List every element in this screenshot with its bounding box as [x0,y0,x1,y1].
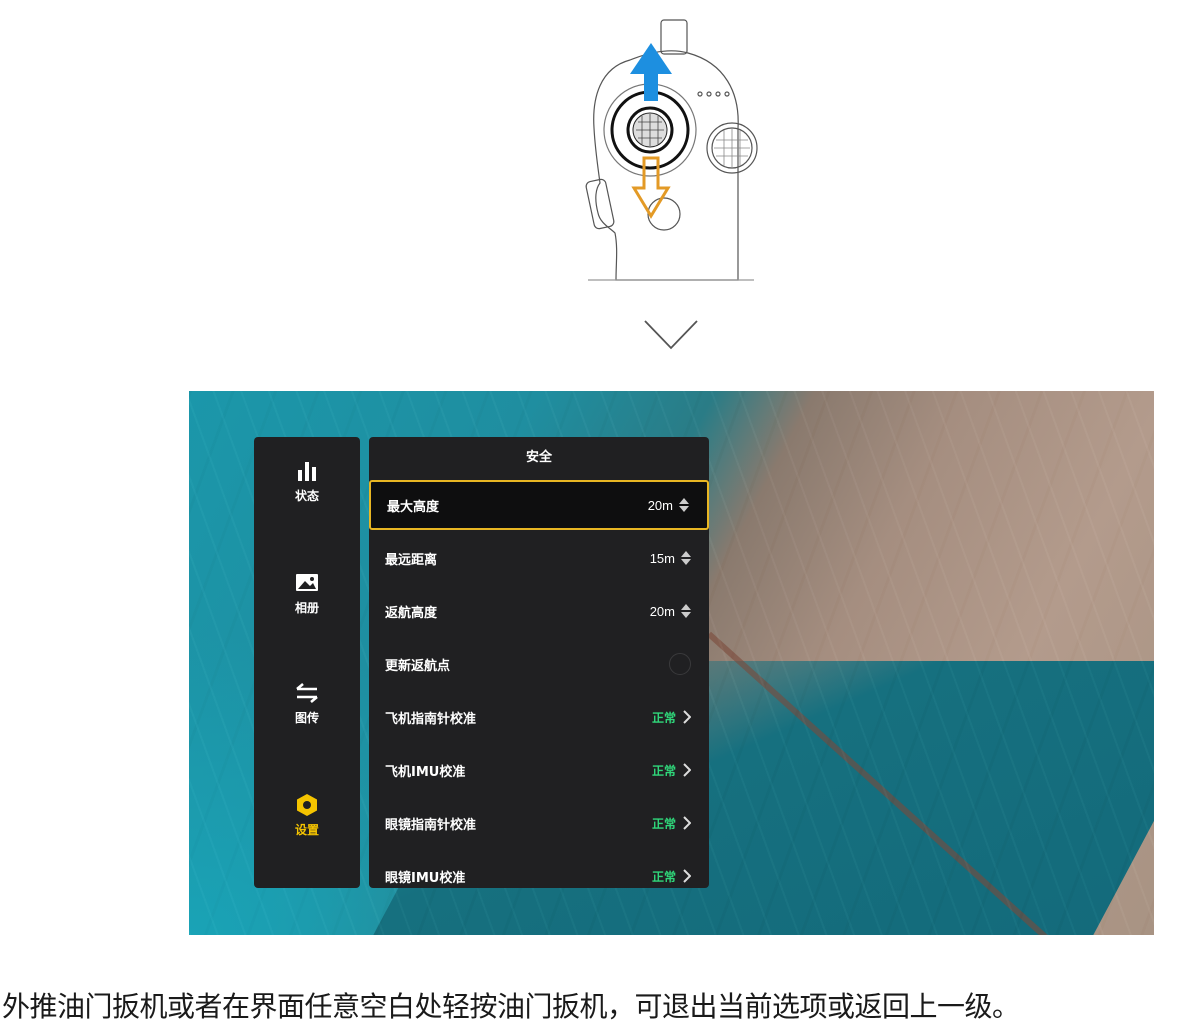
max-distance-row[interactable]: 最远距离 15m [369,533,709,583]
transfer-arrows-icon [296,683,318,703]
sidebar-item-settings[interactable]: 设置 [254,793,360,863]
sidebar-item-status[interactable]: 状态 [254,459,360,529]
sidebar-item-label: 相册 [294,601,319,615]
push-up-arrow-icon [630,43,672,101]
sidebar: 状态 相册 图传 设置 [254,437,360,888]
row-label: 返航高度 [385,605,438,621]
row-value: 20m [649,603,675,619]
sidebar-item-label: 图传 [294,711,319,725]
chevron-right-icon [683,816,691,830]
chevron-down-icon [644,320,698,350]
row-label: 更新返航点 [385,658,451,674]
chevron-right-icon [683,869,691,883]
image-icon [296,574,318,591]
max-altitude-row[interactable]: 最大高度 20m [369,480,709,530]
status-badge: 正常 [651,869,676,884]
sidebar-item-transmission[interactable]: 图传 [254,681,360,751]
stepper-icon[interactable] [681,550,691,566]
goggles-imu-calibration-row[interactable]: 眼镜IMU校准 正常 [369,851,709,888]
controller-illustration [585,19,758,281]
radio-circle-icon[interactable] [669,653,691,675]
aircraft-imu-calibration-row[interactable]: 飞机IMU校准 正常 [369,745,709,795]
sidebar-item-label: 设置 [294,823,319,837]
row-value: 15m [649,550,675,566]
update-home-point-row[interactable]: 更新返航点 [369,639,709,689]
status-badge: 正常 [651,763,676,778]
goggles-compass-calibration-row[interactable]: 眼镜指南针校准 正常 [369,798,709,848]
rth-altitude-row[interactable]: 返航高度 20m [369,586,709,636]
bar-chart-icon [298,462,316,481]
goggles-screen: 状态 相册 图传 设置 安全 最大高度 20m 最远距离 15m 返航高度 20… [189,391,1154,935]
chevron-right-icon [683,763,691,777]
row-label: 最远距离 [385,552,438,568]
safety-settings-panel: 安全 最大高度 20m 最远距离 15m 返航高度 20m 更新返航点 飞机指南… [369,437,709,888]
row-value: 20m [647,497,673,513]
row-label: 飞机IMU校准 [385,764,466,780]
row-label: 眼镜IMU校准 [385,870,466,886]
row-label: 飞机指南针校准 [385,711,477,727]
aircraft-compass-calibration-row[interactable]: 飞机指南针校准 正常 [369,692,709,742]
row-label: 最大高度 [387,499,440,515]
settings-hex-icon [297,794,317,816]
stepper-icon[interactable] [679,497,689,513]
instruction-caption: 外推油门扳机或者在界面任意空白处轻按油门扳机，可退出当前选项或返回上一级。 [2,990,1020,1023]
status-badge: 正常 [651,710,676,725]
row-label: 眼镜指南针校准 [385,817,477,833]
chevron-right-icon [683,710,691,724]
status-badge: 正常 [651,816,676,831]
panel-title: 安全 [525,450,552,465]
sidebar-item-album[interactable]: 相册 [254,571,360,641]
sidebar-item-label: 状态 [294,489,319,503]
stepper-icon[interactable] [681,603,691,619]
